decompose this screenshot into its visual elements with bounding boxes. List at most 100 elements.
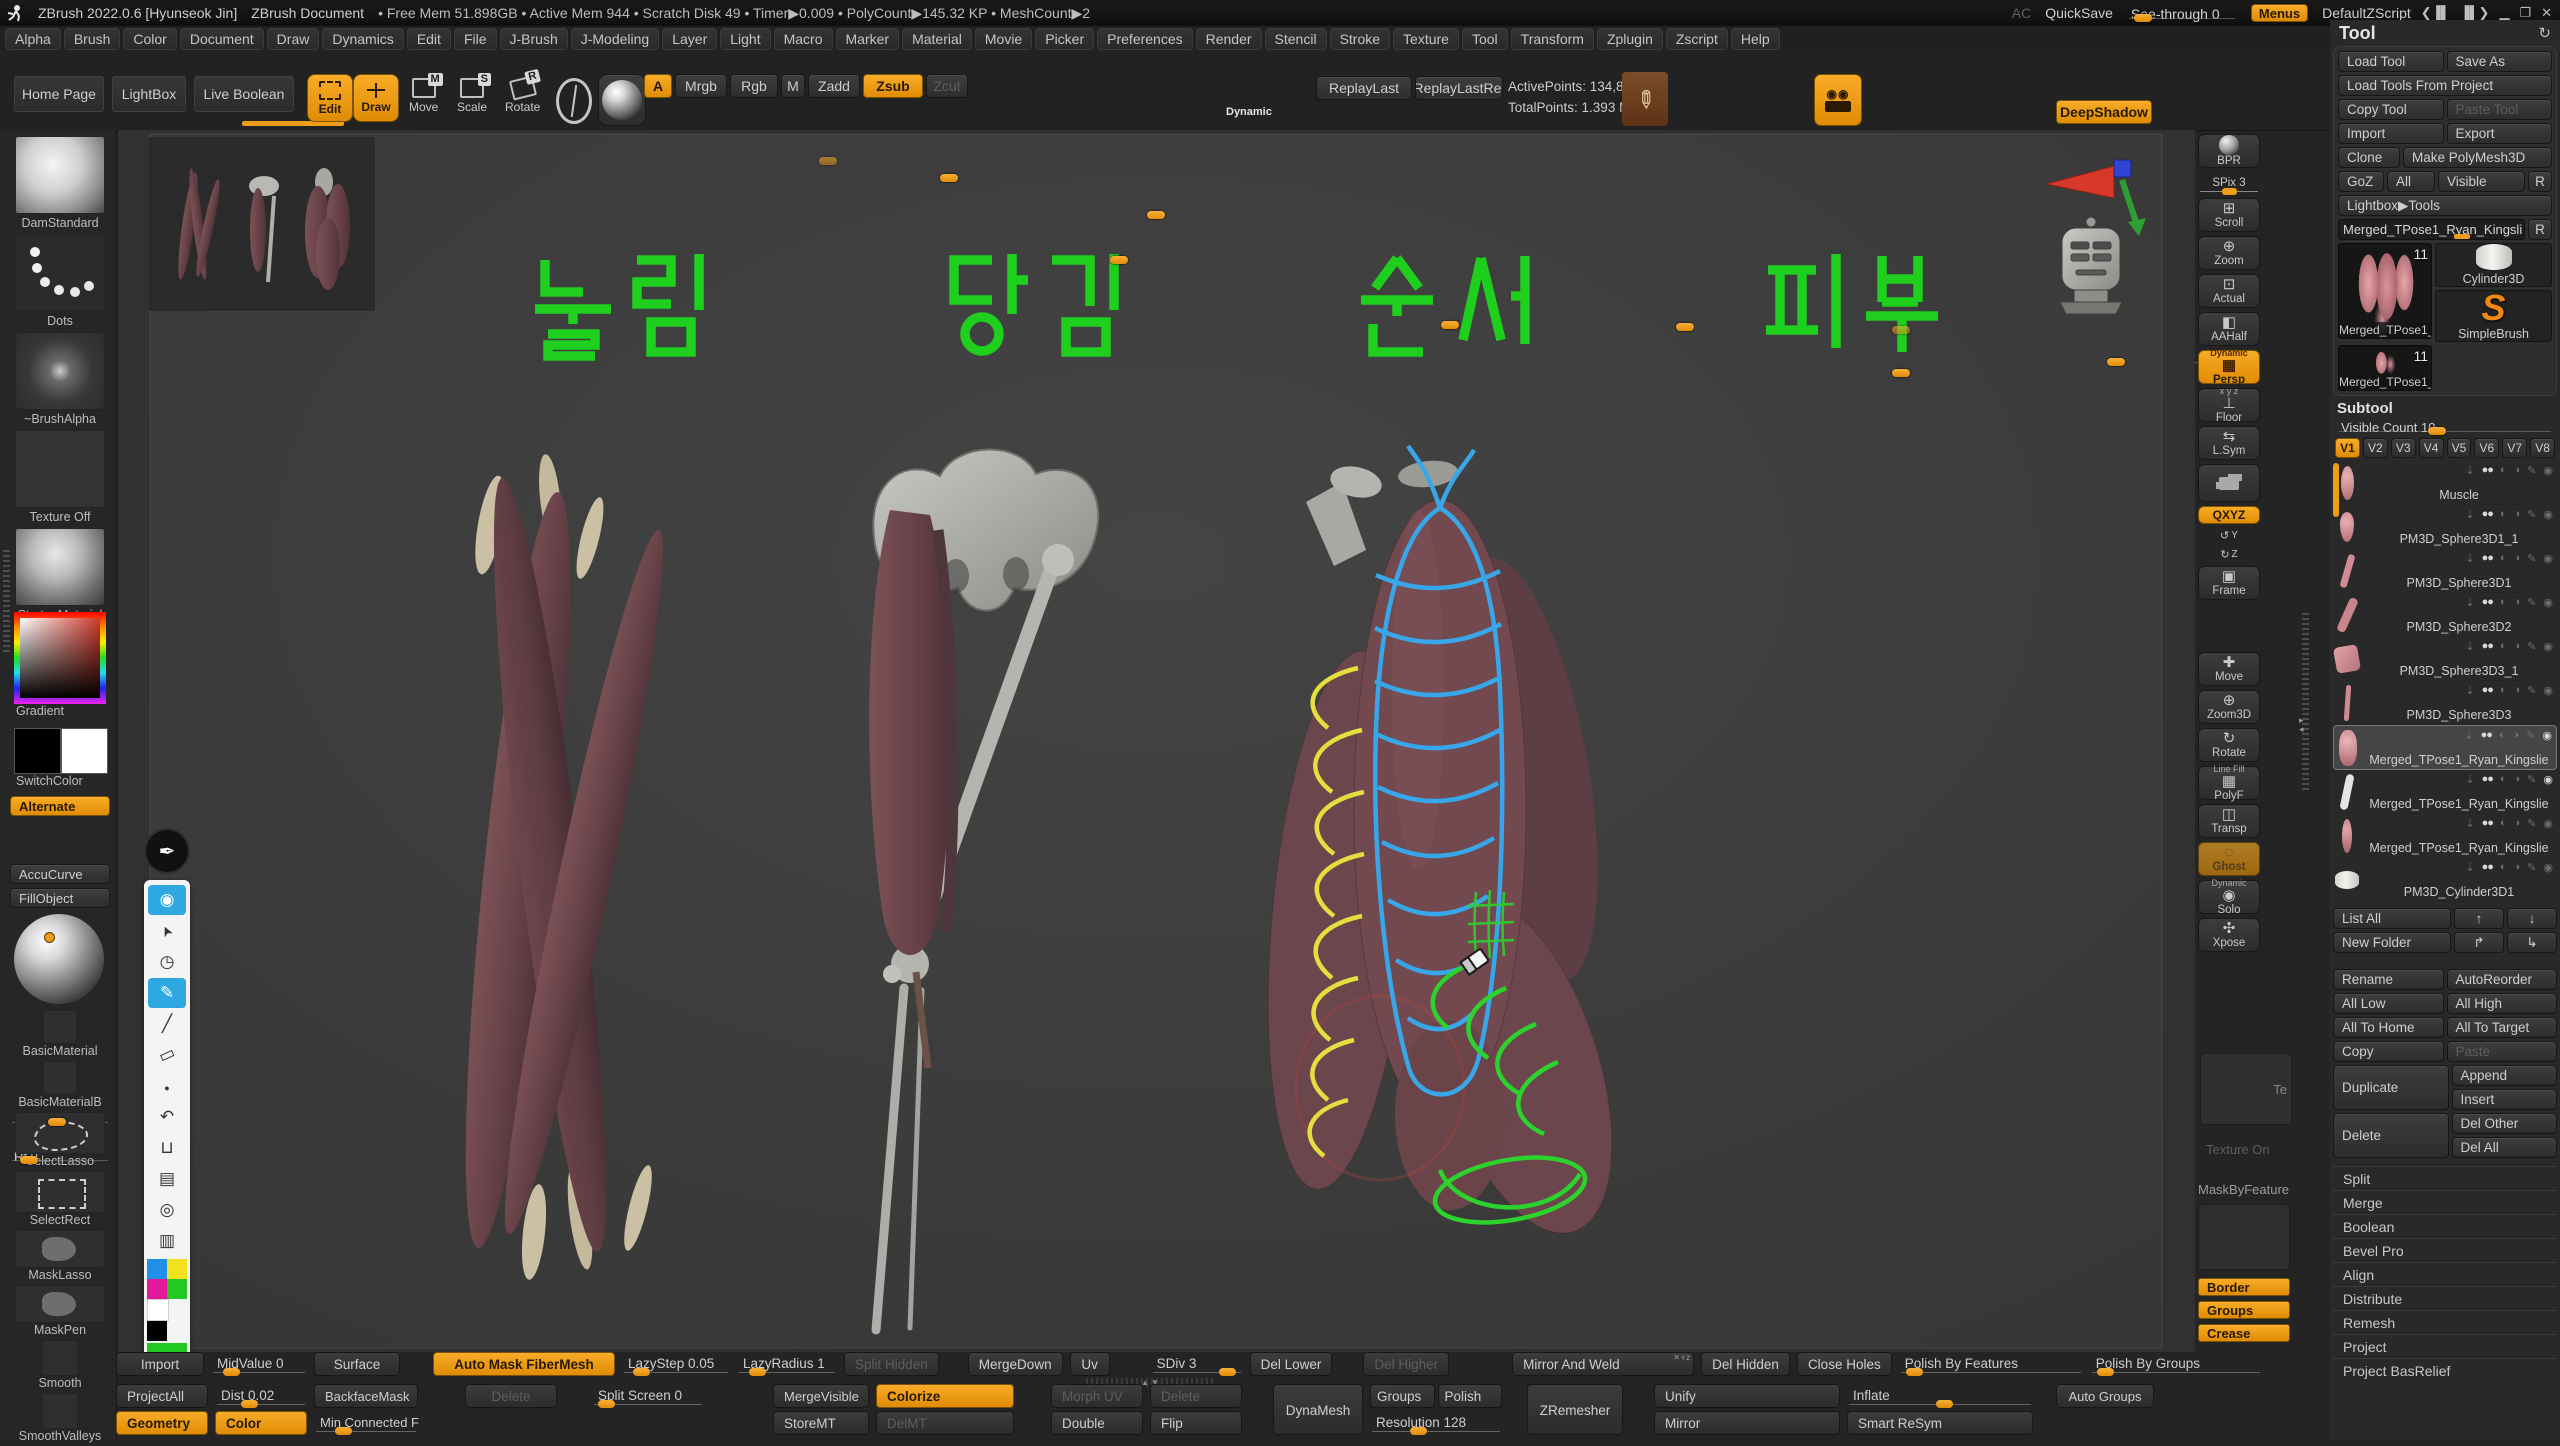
viewport-3d[interactable] [118, 130, 2195, 1352]
del-all-button[interactable]: Del All [2452, 1137, 2558, 1158]
brush-icon[interactable] [2527, 596, 2536, 609]
subtool-row[interactable]: Merged_TPose1_Ryan_Kingslie [2333, 725, 2557, 770]
menu-item[interactable]: Preferences [1097, 28, 1192, 50]
rotate-button[interactable]: RRotate [505, 78, 540, 114]
menu-item[interactable]: Zplugin [1597, 28, 1663, 50]
simplebrush-tool[interactable]: SSimpleBrush [2435, 290, 2552, 342]
tray-button[interactable]: QXYZ [2198, 506, 2260, 524]
menu-item[interactable]: Dynamics [322, 28, 403, 50]
bottom-control[interactable]: Polish By Groups [2090, 1352, 2262, 1376]
half-icon[interactable] [2500, 640, 2507, 653]
texture-preview[interactable]: Te [2200, 1053, 2292, 1125]
brush-icon[interactable] [2527, 861, 2536, 874]
menu-item[interactable]: Macro [774, 28, 833, 50]
camera-view-button[interactable] [1814, 74, 1862, 126]
delmt-button[interactable]: DelMT [876, 1411, 1014, 1435]
stroke-icon[interactable] [556, 78, 592, 124]
paint-all-icon[interactable] [2482, 464, 2493, 477]
backfacemask-button[interactable]: BackfaceMask [314, 1384, 418, 1408]
brush-icon[interactable] [2527, 773, 2536, 786]
eye-icon[interactable] [2543, 684, 2553, 697]
list-all-button[interactable]: List All [2333, 908, 2451, 929]
brush-icon[interactable] [2527, 508, 2536, 521]
polypaint-icon[interactable] [2465, 508, 2474, 521]
polypaint-icon[interactable] [2464, 729, 2473, 742]
half2-icon[interactable] [2514, 640, 2521, 653]
sidebar-thumb[interactable]: SelectRect [14, 1171, 106, 1227]
eye-icon[interactable] [2543, 640, 2553, 653]
del-other-button[interactable]: Del Other [2452, 1113, 2558, 1134]
tray-button[interactable]: Transp [2198, 804, 2260, 838]
close-button[interactable]: ✕ [2541, 5, 2552, 21]
all-low-button[interactable]: All Low [2333, 993, 2444, 1014]
sv-square[interactable] [20, 618, 100, 698]
tray-divider[interactable] [2302, 612, 2309, 790]
menu-item[interactable]: Help [1731, 28, 1780, 50]
half2-icon[interactable] [2514, 817, 2521, 830]
sidebar-thumb[interactable]: BasicMaterial [14, 1010, 106, 1058]
menu-item[interactable]: Color [123, 28, 176, 50]
vtab-button[interactable]: V2 [2363, 438, 2388, 458]
menu-item[interactable]: Document [180, 28, 264, 50]
tray-button[interactable]: Y [2198, 528, 2260, 543]
colorize-button[interactable]: Colorize [876, 1384, 1014, 1408]
annotation-tool-button[interactable] [148, 1040, 186, 1070]
half-icon[interactable] [2500, 773, 2507, 786]
subtool-row[interactable]: PM3D_Sphere3D1 [2333, 549, 2557, 593]
edit-button[interactable]: Edit [307, 74, 353, 122]
sidebar-divider[interactable] [3, 548, 10, 652]
subtool-down-button[interactable]: ↓ [2507, 908, 2557, 929]
vtab-button[interactable]: V3 [2391, 438, 2416, 458]
menu-item[interactable]: Marker [836, 28, 900, 50]
menu-item[interactable]: Render [1196, 28, 1262, 50]
all-high-button[interactable]: All High [2447, 993, 2558, 1014]
paste-tool-button[interactable]: Paste Tool [2447, 99, 2553, 120]
subtool-row[interactable]: PM3D_Sphere3D1_1 [2333, 505, 2557, 549]
polypaint-icon[interactable] [2465, 596, 2474, 609]
default-zscript-button[interactable]: DefaultZScript [2322, 5, 2411, 21]
home-page-button[interactable]: Home Page [14, 76, 104, 112]
active-tool-thumbnail[interactable]: 11 Merged_TPose1_ [2338, 243, 2432, 339]
groups-button[interactable]: Groups [2198, 1301, 2290, 1319]
paint-mode-button[interactable]: Zadd [808, 74, 860, 98]
sidebar-thumb[interactable]: StartupMaterial [14, 528, 106, 622]
vtab-button[interactable]: V4 [2419, 438, 2444, 458]
bottom-control[interactable]: Uv [1070, 1352, 1110, 1376]
vtab-button[interactable]: V1 [2335, 438, 2360, 458]
menu-item[interactable]: Movie [975, 28, 1032, 50]
paint-all-icon[interactable] [2482, 684, 2493, 697]
mask-by-feature-label[interactable]: MaskByFeature [2198, 1182, 2289, 1197]
morph-uv-button[interactable]: Morph UV [1051, 1384, 1143, 1408]
tray-button[interactable]: Frame [2198, 566, 2260, 600]
menu-item[interactable]: Transform [1511, 28, 1594, 50]
annotation-tool-button[interactable] [148, 1071, 186, 1101]
annotation-tool-button[interactable] [148, 978, 186, 1008]
paint-mode-button[interactable]: Zsub [863, 74, 923, 98]
see-through-slider[interactable]: See-through 0 [2127, 5, 2237, 22]
menu-item[interactable]: File [454, 28, 497, 50]
brush-icon[interactable] [2527, 640, 2536, 653]
eye-icon[interactable] [2543, 596, 2553, 609]
brush-icon[interactable] [2527, 684, 2536, 697]
paint-all-icon[interactable] [2482, 861, 2493, 874]
subtool-row[interactable]: PM3D_Sphere3D2 [2333, 593, 2557, 637]
hue-ring[interactable] [14, 612, 106, 704]
color-picker[interactable]: Gradient [14, 612, 106, 718]
tray-button[interactable]: Dynamic Solo [2198, 880, 2260, 914]
tray-button[interactable]: Dynamic Persp [2198, 350, 2260, 384]
paint-mode-button[interactable]: Rgb [730, 74, 778, 98]
tray-button[interactable]: BPR [2198, 134, 2260, 168]
deepshadow-button[interactable]: DeepShadow [2056, 100, 2152, 124]
annotation-tool-button[interactable] [148, 916, 186, 946]
half2-icon[interactable] [2513, 729, 2520, 742]
document-canvas[interactable]: 눌림 당김 순서 피부 ✒ [118, 130, 2195, 1352]
goz-all-button[interactable]: All [2387, 171, 2435, 192]
move-button[interactable]: MMove [409, 78, 438, 114]
polypaint-icon[interactable] [2465, 773, 2474, 786]
lightbox-tools-button[interactable]: Lightbox▶Tools [2338, 195, 2552, 216]
live-boolean-button[interactable]: Live Boolean [194, 76, 294, 112]
subtool-row[interactable]: Merged_TPose1_Ryan_Kingslie [2333, 770, 2557, 814]
collapse-left-icon[interactable]: ❮▐▌ [2421, 5, 2450, 21]
paste-subtool-button[interactable]: Paste [2447, 1041, 2558, 1062]
half-icon[interactable] [2500, 508, 2507, 521]
